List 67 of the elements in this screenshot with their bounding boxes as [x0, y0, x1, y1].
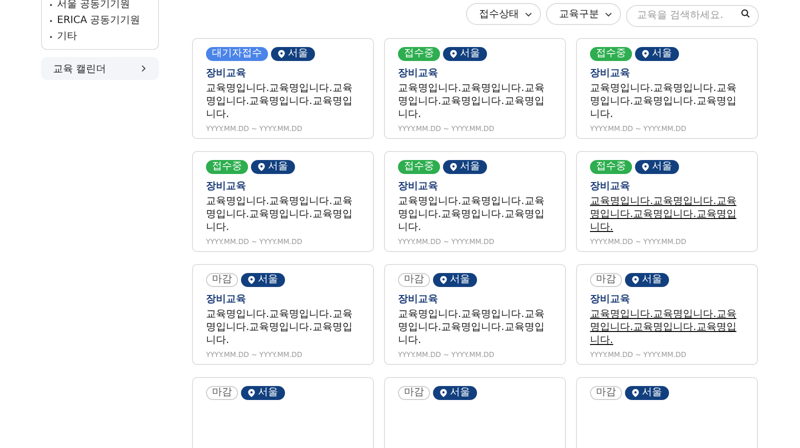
status-badge: 마감 [206, 273, 238, 287]
map-pin-icon [440, 389, 447, 397]
location-label: 서울 [450, 273, 470, 287]
status-badge: 접수중 [206, 160, 248, 174]
course-card[interactable]: 마감 서울 [576, 377, 758, 448]
search-field[interactable]: 교육을 검색하세요. [626, 4, 759, 26]
location-label: 서울 [258, 273, 278, 287]
course-title[interactable]: 교육명입니다.교육명입니다.교육명입니다.교육명입니다.교육명입니다. [398, 82, 552, 121]
course-category: 장비교육 [206, 68, 247, 80]
location-label: 서울 [288, 47, 308, 61]
course-title[interactable]: 교육명입니다.교육명입니다.교육명입니다.교육명입니다.교육명입니다. [206, 308, 360, 347]
course-category: 장비교육 [206, 181, 247, 193]
course-title[interactable]: 교육명입니다.교육명입니다.교육명입니다.교육명입니다.교육명입니다. [398, 195, 552, 234]
location-label: 서울 [642, 273, 662, 287]
course-category: 장비교육 [590, 68, 631, 80]
map-pin-icon [258, 163, 265, 171]
status-badge: 마감 [206, 386, 238, 400]
course-category: 장비교육 [206, 294, 247, 306]
status-badge: 접수중 [398, 160, 440, 174]
map-pin-icon [440, 276, 447, 284]
course-category: 장비교육 [398, 294, 439, 306]
status-badge: 대기자접수 [206, 47, 268, 61]
map-pin-icon [278, 50, 285, 58]
chevron-right-icon [140, 65, 147, 72]
course-card[interactable]: 마감 서울 [192, 377, 374, 448]
location-label: 서울 [642, 386, 662, 400]
status-badge: 접수중 [590, 47, 632, 61]
course-title[interactable]: 교육명입니다.교육명입니다.교육명입니다.교육명입니다.교육명입니다. [590, 308, 744, 347]
map-pin-icon [450, 50, 457, 58]
location-label: 서울 [652, 47, 672, 61]
calendar-link[interactable]: 교육 캘린더 [41, 57, 159, 80]
map-pin-icon [248, 276, 255, 284]
course-category: 장비교육 [398, 68, 439, 80]
chevron-down-icon [605, 10, 612, 18]
map-pin-icon [642, 163, 649, 171]
location-label: 서울 [460, 160, 480, 174]
course-title[interactable]: 교육명입니다.교육명입니다.교육명입니다.교육명입니다.교육명입니다. [590, 82, 744, 121]
course-title[interactable]: 교육명입니다.교육명입니다.교육명입니다.교육명입니다.교육명입니다. [398, 308, 552, 347]
status-badge: 접수중 [590, 160, 632, 174]
location-label: 서울 [652, 160, 672, 174]
course-card[interactable]: 마감 서울 [384, 377, 566, 448]
map-pin-icon [642, 50, 649, 58]
map-pin-icon [450, 163, 457, 171]
filter-dropdown[interactable]: 접수상태 [466, 3, 541, 25]
map-pin-icon [248, 389, 255, 397]
status-badge: 접수중 [398, 47, 440, 61]
sidebar-item[interactable]: ERICA 공동기기원 [57, 14, 140, 27]
status-badge: 마감 [398, 273, 430, 287]
filter-dropdown[interactable]: 교육구분 [546, 3, 621, 25]
sidebar-item[interactable]: 기타 [57, 30, 77, 43]
status-badge: 마감 [590, 386, 622, 400]
course-title[interactable]: 교육명입니다.교육명입니다.교육명입니다.교육명입니다.교육명입니다. [206, 195, 360, 234]
course-title[interactable]: 교육명입니다.교육명입니다.교육명입니다.교육명입니다.교육명입니다. [206, 82, 360, 121]
course-category: 장비교육 [398, 181, 439, 193]
status-badge: 마감 [590, 273, 622, 287]
location-label: 서울 [258, 386, 278, 400]
course-category: 장비교육 [590, 294, 631, 306]
location-label: 서울 [268, 160, 288, 174]
chevron-down-icon [525, 10, 532, 18]
status-badge: 마감 [398, 386, 430, 400]
search-icon[interactable] [741, 9, 750, 18]
course-category: 장비교육 [590, 181, 631, 193]
location-label: 서울 [460, 47, 480, 61]
map-pin-icon [632, 276, 639, 284]
location-label: 서울 [450, 386, 470, 400]
map-pin-icon [632, 389, 639, 397]
course-title[interactable]: 교육명입니다.교육명입니다.교육명입니다.교육명입니다.교육명입니다. [590, 195, 744, 234]
